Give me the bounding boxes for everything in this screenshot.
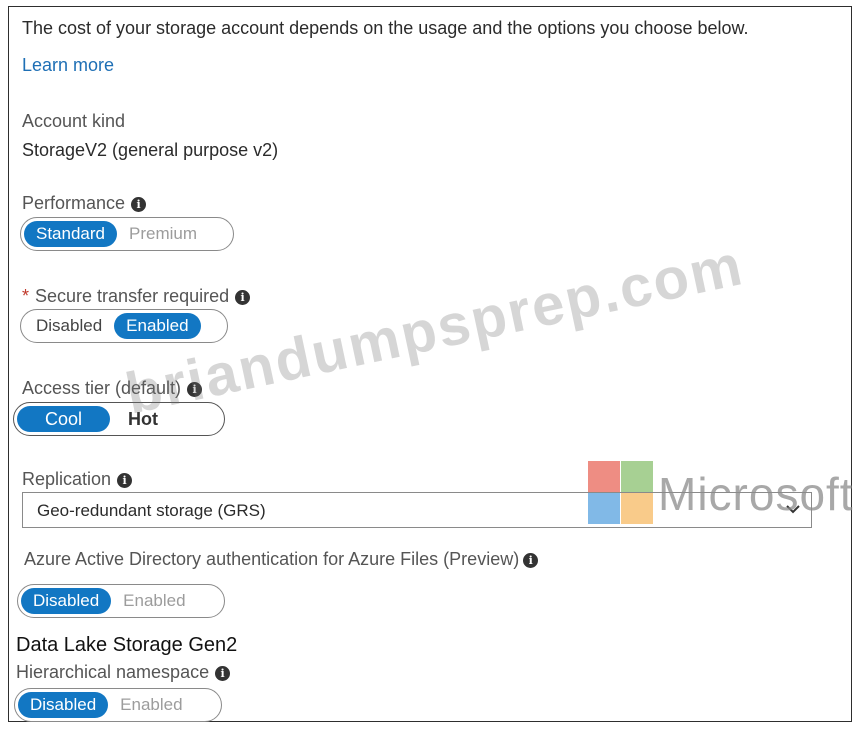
access-tier-toggle[interactable]: Cool Hot bbox=[13, 402, 225, 436]
hierarchical-namespace-field-label: Hierarchical namespace i bbox=[16, 662, 231, 683]
logo-square-blue bbox=[588, 493, 620, 524]
replication-selected-value: Geo-redundant storage (GRS) bbox=[37, 501, 266, 520]
logo-square-green bbox=[621, 461, 653, 492]
info-icon[interactable]: i bbox=[523, 552, 539, 568]
secure-transfer-field-label: * Secure transfer required i bbox=[22, 286, 251, 307]
secure-transfer-option-disabled[interactable]: Disabled bbox=[24, 313, 114, 339]
info-icon[interactable]: i bbox=[117, 472, 133, 488]
secure-transfer-label: Secure transfer required bbox=[35, 286, 230, 306]
hierarchical-namespace-option-enabled[interactable]: Enabled bbox=[108, 692, 194, 718]
access-tier-option-cool[interactable]: Cool bbox=[17, 406, 111, 432]
account-kind-label: Account kind bbox=[22, 111, 126, 131]
info-icon[interactable]: i bbox=[187, 381, 203, 397]
secure-transfer-toggle[interactable]: Disabled Enabled bbox=[20, 309, 228, 343]
required-mark: * bbox=[22, 286, 30, 306]
aad-auth-label: Azure Active Directory authentication fo… bbox=[24, 549, 520, 569]
access-tier-field-label: Access tier (default) i bbox=[22, 378, 203, 399]
aad-auth-toggle[interactable]: Disabled Enabled bbox=[17, 584, 225, 618]
replication-label: Replication bbox=[22, 469, 112, 489]
access-tier-label: Access tier (default) bbox=[22, 378, 182, 398]
logo-square-red bbox=[588, 461, 620, 492]
aad-auth-field-label: Azure Active Directory authentication fo… bbox=[24, 549, 539, 570]
access-tier-option-hot[interactable]: Hot bbox=[110, 406, 176, 432]
performance-field-label: Performance i bbox=[22, 193, 147, 214]
info-icon[interactable]: i bbox=[235, 289, 251, 305]
performance-toggle[interactable]: Standard Premium bbox=[20, 217, 234, 251]
intro-text: The cost of your storage account depends… bbox=[22, 18, 749, 38]
performance-label: Performance bbox=[22, 193, 126, 213]
data-lake-heading: Data Lake Storage Gen2 bbox=[16, 634, 238, 656]
info-icon[interactable]: i bbox=[215, 665, 231, 681]
hierarchical-namespace-option-disabled[interactable]: Disabled bbox=[18, 692, 109, 718]
replication-field-label: Replication i bbox=[22, 469, 133, 490]
info-icon[interactable]: i bbox=[131, 196, 147, 212]
performance-option-standard[interactable]: Standard bbox=[24, 221, 117, 247]
aad-auth-option-disabled[interactable]: Disabled bbox=[21, 588, 112, 614]
hierarchical-namespace-label: Hierarchical namespace bbox=[16, 662, 210, 682]
secure-transfer-option-enabled[interactable]: Enabled bbox=[114, 313, 201, 339]
account-kind-value: StorageV2 (general purpose v2) bbox=[22, 140, 279, 160]
hierarchical-namespace-toggle[interactable]: Disabled Enabled bbox=[14, 688, 222, 722]
microsoft-logo-text: Microsoft bbox=[658, 468, 854, 520]
aad-auth-option-enabled[interactable]: Enabled bbox=[111, 588, 197, 614]
performance-option-premium[interactable]: Premium bbox=[117, 221, 209, 247]
logo-square-yellow bbox=[621, 493, 653, 524]
learn-more-link[interactable]: Learn more bbox=[22, 55, 114, 76]
microsoft-logo: Microsoft bbox=[588, 461, 856, 524]
